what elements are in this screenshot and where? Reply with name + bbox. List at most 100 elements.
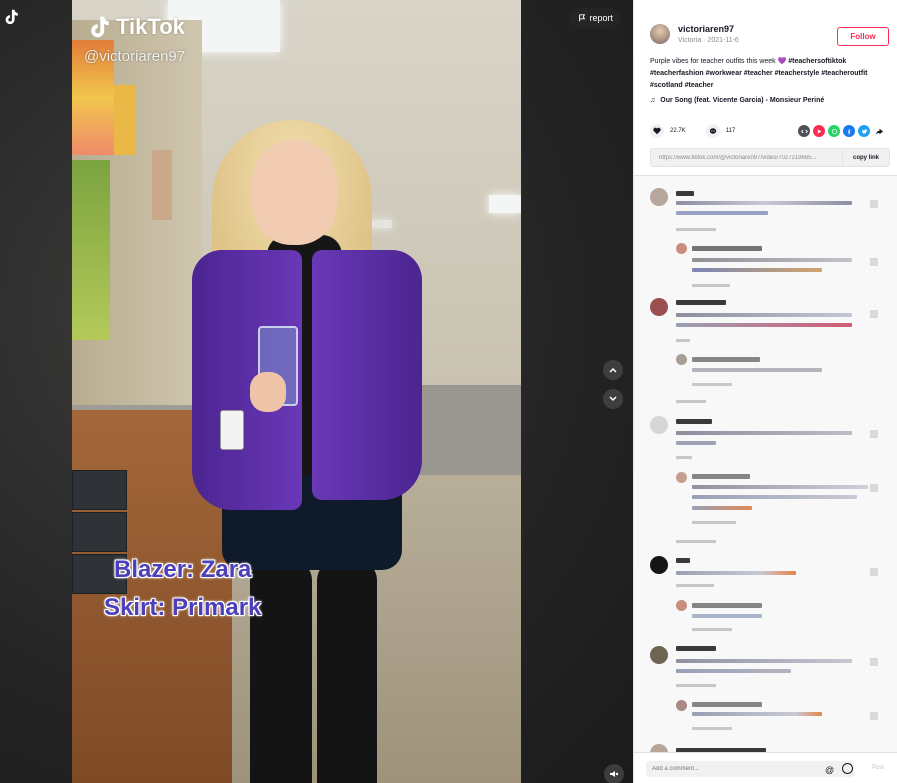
heart-icon (653, 127, 661, 135)
mute-icon (610, 771, 619, 777)
comment-text (676, 313, 852, 317)
reply-like-icon[interactable] (870, 712, 878, 720)
reply-text (692, 495, 857, 499)
reply-avatar[interactable] (676, 600, 687, 611)
comment-input[interactable] (646, 761, 854, 777)
at-icon[interactable]: @ (825, 765, 834, 775)
comment-button[interactable] (705, 124, 720, 138)
drawer (72, 470, 127, 510)
twitter-button[interactable] (858, 125, 870, 137)
next-video-button[interactable] (603, 389, 623, 409)
comment-like-icon[interactable] (870, 568, 878, 576)
follow-button[interactable]: Follow (837, 27, 889, 46)
comment-meta (676, 584, 714, 587)
music-note-icon: ♫ (650, 97, 656, 104)
emoji-icon[interactable] (842, 763, 853, 774)
send-to-friend-button[interactable] (813, 125, 825, 137)
whatsapp-icon (831, 128, 837, 134)
details-panel: victoriaren97 Victoria · 2021-11-6 Follo… (633, 0, 897, 783)
video-player[interactable]: TikTok @victoriaren97 Blazer: Zara Skirt… (72, 0, 521, 783)
wall-poster (114, 85, 136, 155)
reply-like-icon[interactable] (870, 484, 878, 492)
author-subtitle: Victoria · 2021-11-6 (678, 37, 739, 44)
comment-username[interactable] (676, 646, 716, 651)
comment-username[interactable] (676, 419, 712, 424)
tiktok-video-page: TikTok @victoriaren97 Blazer: Zara Skirt… (0, 0, 897, 783)
author-info[interactable]: victoriaren97 Victoria · 2021-11-6 (650, 24, 739, 44)
reply-username[interactable] (692, 246, 762, 251)
video-stage[interactable]: TikTok @victoriaren97 Blazer: Zara Skirt… (0, 0, 633, 783)
comment-username[interactable] (676, 191, 694, 196)
video-url[interactable]: https://www.tiktok.com/@victoriaren97/vi… (651, 155, 842, 161)
chevron-down-icon (609, 396, 617, 402)
comment-avatar[interactable] (650, 556, 668, 574)
chevron-up-icon (609, 367, 617, 373)
tiktok-wordmark: TikTok (116, 14, 185, 39)
like-count: 22.7K (670, 128, 686, 134)
tiktok-icon[interactable] (2, 8, 20, 26)
comment-text (676, 659, 852, 663)
comment-avatar[interactable] (650, 646, 668, 664)
comment-text (676, 201, 852, 205)
video-description: Purple vibes for teacher outfits this we… (650, 56, 890, 92)
reply-avatar[interactable] (676, 354, 687, 365)
more-share-button[interactable] (873, 125, 885, 137)
comment-icon (709, 128, 716, 134)
reply-username[interactable] (692, 357, 760, 362)
person-face (252, 140, 337, 245)
reply-username[interactable] (692, 702, 762, 707)
report-button[interactable]: report (570, 8, 621, 28)
reply-like-icon[interactable] (870, 258, 878, 266)
comment-username[interactable] (676, 558, 690, 563)
comment-like-icon[interactable] (870, 310, 878, 318)
tiktok-watermark: TikTok (86, 14, 185, 40)
comment-meta (676, 339, 690, 342)
whatsapp-button[interactable] (828, 125, 840, 137)
view-replies[interactable] (676, 400, 706, 403)
author-name[interactable]: victoriaren97 (678, 24, 739, 34)
previous-video-button[interactable] (603, 360, 623, 380)
reply-text (692, 506, 752, 510)
embed-button[interactable] (798, 125, 810, 137)
comment-text (676, 441, 716, 445)
comment-avatar[interactable] (650, 744, 668, 752)
comments-list[interactable] (634, 176, 897, 752)
comment-avatar[interactable] (650, 188, 668, 206)
comment-composer: @ Post (634, 752, 897, 783)
embed-icon (800, 129, 808, 133)
comment-meta (676, 684, 716, 687)
reply-username[interactable] (692, 474, 750, 479)
description-text: Purple vibes for teacher outfits this we… (650, 58, 789, 65)
reply-text (692, 268, 822, 272)
report-label: report (589, 13, 613, 23)
copy-link-button[interactable]: copy link (841, 149, 889, 166)
comment-avatar[interactable] (650, 416, 668, 434)
comment-like-icon[interactable] (870, 430, 878, 438)
music-title[interactable]: Our Song (feat. Vicente Garcia) - Monsie… (660, 97, 824, 104)
reply-avatar[interactable] (676, 700, 687, 711)
twitter-icon (861, 128, 867, 134)
caption-line: Skirt: Primark (104, 594, 262, 621)
mute-button[interactable] (604, 764, 624, 783)
comment-like-icon[interactable] (870, 200, 878, 208)
comment-text (676, 669, 791, 673)
music-link[interactable]: ♫ Our Song (feat. Vicente Garcia) - Mons… (650, 97, 824, 104)
comment-avatar[interactable] (650, 298, 668, 316)
facebook-icon (847, 128, 850, 134)
reply-avatar[interactable] (676, 472, 687, 483)
facebook-button[interactable] (843, 125, 855, 137)
view-replies[interactable] (676, 540, 716, 543)
purple-blazer (312, 250, 422, 500)
reply-avatar[interactable] (676, 243, 687, 254)
comment-like-icon[interactable] (870, 658, 878, 666)
avatar[interactable] (650, 24, 670, 44)
engagement-row: 22.7K 117 (650, 124, 735, 138)
comment-count: 117 (725, 128, 736, 134)
post-comment-button[interactable]: Post (872, 765, 884, 771)
like-button[interactable] (650, 124, 664, 138)
drawer (72, 512, 127, 552)
reply-username[interactable] (692, 603, 762, 608)
tiktok-icon (91, 16, 109, 38)
reply-meta (692, 284, 730, 287)
comment-username[interactable] (676, 300, 726, 305)
